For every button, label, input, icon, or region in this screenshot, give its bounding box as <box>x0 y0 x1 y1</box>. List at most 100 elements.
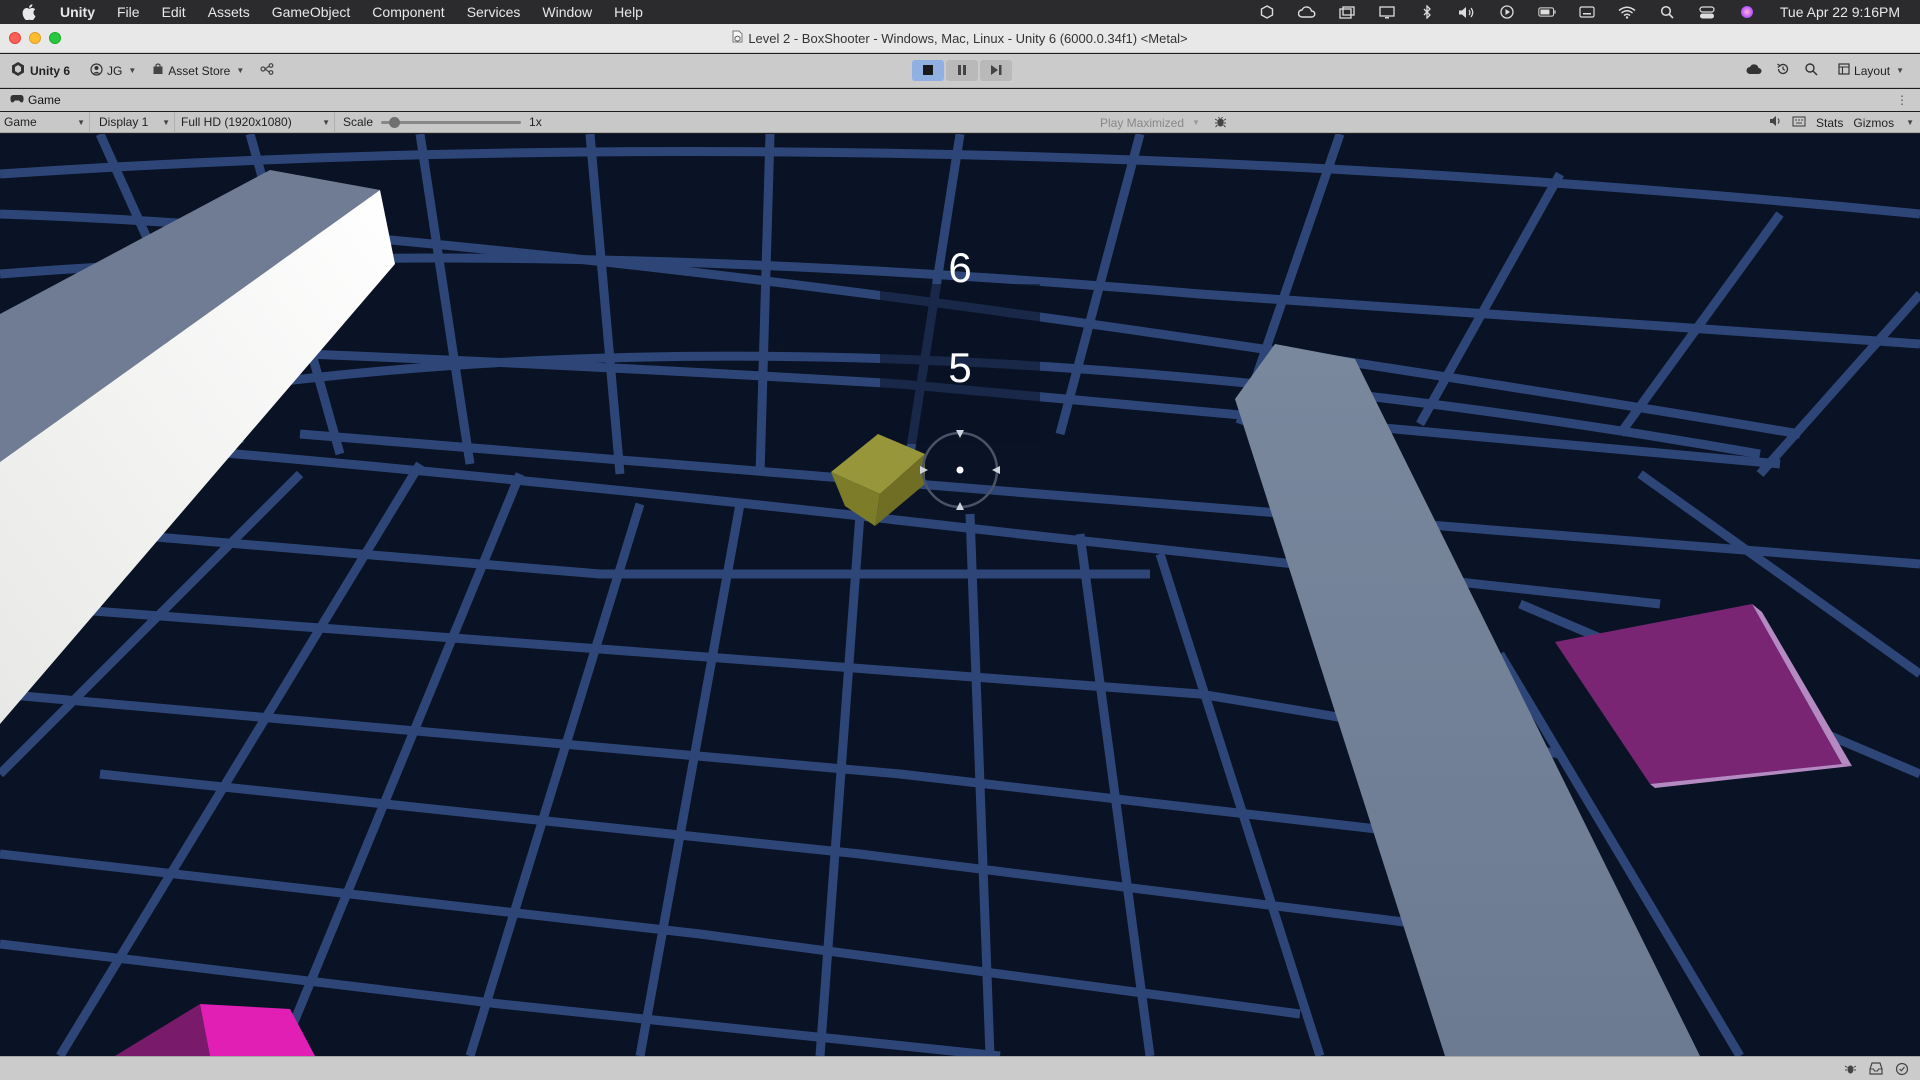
window-close-button[interactable] <box>9 32 21 44</box>
window-controls <box>9 32 61 44</box>
window-title-container: Level 2 - BoxShooter - Windows, Mac, Lin… <box>0 30 1920 46</box>
volume-icon[interactable] <box>1458 5 1476 19</box>
debug-bug-icon[interactable] <box>1842 1061 1858 1077</box>
chevron-down-icon[interactable]: ▼ <box>1906 118 1914 127</box>
more-options-icon[interactable]: ⋮ <box>1896 93 1920 107</box>
apple-menu-icon[interactable] <box>18 4 40 20</box>
play-mode-dropdown[interactable]: Play Maximized ▼ <box>1100 112 1227 133</box>
scale-slider[interactable] <box>381 116 522 128</box>
menu-gameobject[interactable]: GameObject <box>261 0 362 24</box>
view-mode-label: Game <box>4 115 37 129</box>
stop-icon <box>923 63 933 78</box>
layout-label: Layout <box>1854 63 1891 78</box>
wifi-icon[interactable] <box>1618 5 1636 19</box>
stop-button[interactable] <box>912 60 944 81</box>
bluetooth-icon[interactable] <box>1418 5 1436 19</box>
toolbar-right: Layout ▼ <box>1746 60 1920 82</box>
display-label: Display 1 <box>99 115 149 129</box>
chevron-down-icon: ▼ <box>128 66 137 75</box>
menu-window[interactable]: Window <box>531 0 603 24</box>
stats-button[interactable]: Stats <box>1816 116 1843 130</box>
pause-icon <box>957 63 967 78</box>
scene-document-icon[interactable] <box>732 30 743 46</box>
scale-control: Scale 1x <box>335 115 542 129</box>
macos-menubar: Unity File Edit Assets GameObject Compon… <box>0 0 1920 24</box>
menu-edit[interactable]: Edit <box>151 0 197 24</box>
pause-button[interactable] <box>946 60 978 81</box>
unity-main-toolbar: Unity 6 JG ▼ Asset Store ▼ Layout ▼ <box>0 54 1920 88</box>
game-view-right-controls: Stats Gizmos ▼ <box>1769 112 1920 133</box>
window-zoom-button[interactable] <box>49 32 61 44</box>
tab-game[interactable]: Game <box>0 93 61 107</box>
account-dropdown[interactable]: JG ▼ <box>84 60 142 82</box>
unity-hub-icon[interactable] <box>1258 5 1276 19</box>
hud-counter-top: 6 <box>948 244 972 291</box>
window-minimize-button[interactable] <box>29 32 41 44</box>
hud-counter-bottom: 5 <box>948 344 972 391</box>
step-icon <box>990 63 1002 78</box>
unity-status-bar <box>0 1056 1920 1080</box>
menubar-clock[interactable]: Tue Apr 22 9:16PM <box>1780 4 1900 20</box>
layout-dropdown[interactable]: Layout ▼ <box>1832 60 1910 82</box>
window-titlebar: Level 2 - BoxShooter - Windows, Mac, Lin… <box>0 24 1920 53</box>
chevron-down-icon: ▼ <box>77 117 85 127</box>
chevron-down-icon: ▼ <box>236 66 245 75</box>
unity-version-button[interactable]: Unity 6 <box>4 60 76 82</box>
asset-store-dropdown[interactable]: Asset Store ▼ <box>146 60 250 82</box>
tab-game-label: Game <box>28 93 61 107</box>
asset-store-label: Asset Store <box>168 63 231 78</box>
gamepad-icon <box>10 93 24 107</box>
chevron-down-icon: ▼ <box>162 117 170 127</box>
search-icon[interactable] <box>1804 62 1818 79</box>
resolution-label: Full HD (1920x1080) <box>181 115 292 129</box>
chevron-down-icon: ▼ <box>322 117 330 127</box>
menu-help[interactable]: Help <box>603 0 654 24</box>
version-control-button[interactable] <box>254 60 280 82</box>
progress-check-icon[interactable] <box>1894 1061 1910 1077</box>
step-button[interactable] <box>980 60 1012 81</box>
window-stack-icon[interactable] <box>1338 5 1356 19</box>
playmode-controls <box>912 60 1012 81</box>
scale-value: 1x <box>529 115 542 129</box>
display-dropdown[interactable]: Display 1 ▼ <box>90 111 175 133</box>
menu-file[interactable]: File <box>106 0 151 24</box>
branch-icon <box>260 63 274 78</box>
scale-label: Scale <box>343 115 374 129</box>
creative-cloud-icon[interactable] <box>1297 5 1316 19</box>
battery-icon[interactable] <box>1538 5 1556 19</box>
bug-icon[interactable] <box>1214 115 1227 131</box>
game-view-controls: Game ▼ Display 1 ▼ Full HD (1920x1080) ▼… <box>0 111 1920 133</box>
shopping-bag-icon <box>152 63 164 78</box>
chevron-down-icon: ▼ <box>1896 66 1904 75</box>
siri-icon[interactable] <box>1738 5 1756 19</box>
scale-slider-thumb[interactable] <box>389 116 401 128</box>
unity-version-label: Unity 6 <box>30 63 71 78</box>
window-title: Level 2 - BoxShooter - Windows, Mac, Lin… <box>748 30 1188 46</box>
menu-component[interactable]: Component <box>361 0 455 24</box>
menu-services[interactable]: Services <box>456 0 532 24</box>
account-label: JG <box>107 63 123 78</box>
menu-app-unity[interactable]: Unity <box>54 0 106 24</box>
layout-icon <box>1838 63 1850 78</box>
control-center-icon[interactable] <box>1698 5 1716 19</box>
game-viewport[interactable]: 6 5 <box>0 134 1920 1056</box>
cloud-icon[interactable] <box>1746 63 1762 78</box>
keyboard-icon[interactable] <box>1578 5 1596 19</box>
play-icon[interactable] <box>1498 5 1516 19</box>
unity-logo-icon <box>10 61 26 80</box>
audio-mute-icon[interactable] <box>1769 115 1782 130</box>
menu-assets[interactable]: Assets <box>197 0 261 24</box>
gizmos-button[interactable]: Gizmos <box>1853 116 1894 130</box>
display-icon[interactable] <box>1378 5 1396 19</box>
resolution-dropdown[interactable]: Full HD (1920x1080) ▼ <box>175 111 335 133</box>
view-mode-dropdown[interactable]: Game ▼ <box>0 111 90 133</box>
history-icon[interactable] <box>1776 62 1790 79</box>
account-icon <box>90 62 103 79</box>
game-tab-header: Game ⋮ <box>0 89 1920 111</box>
play-mode-label: Play Maximized <box>1100 115 1185 130</box>
menubar-status-area: Tue Apr 22 9:16PM <box>1258 4 1920 20</box>
chevron-down-icon: ▼ <box>1192 118 1200 127</box>
inbox-icon[interactable] <box>1868 1061 1884 1077</box>
spotlight-search-icon[interactable] <box>1658 5 1676 19</box>
keyboard-shortcuts-icon[interactable] <box>1792 115 1806 130</box>
